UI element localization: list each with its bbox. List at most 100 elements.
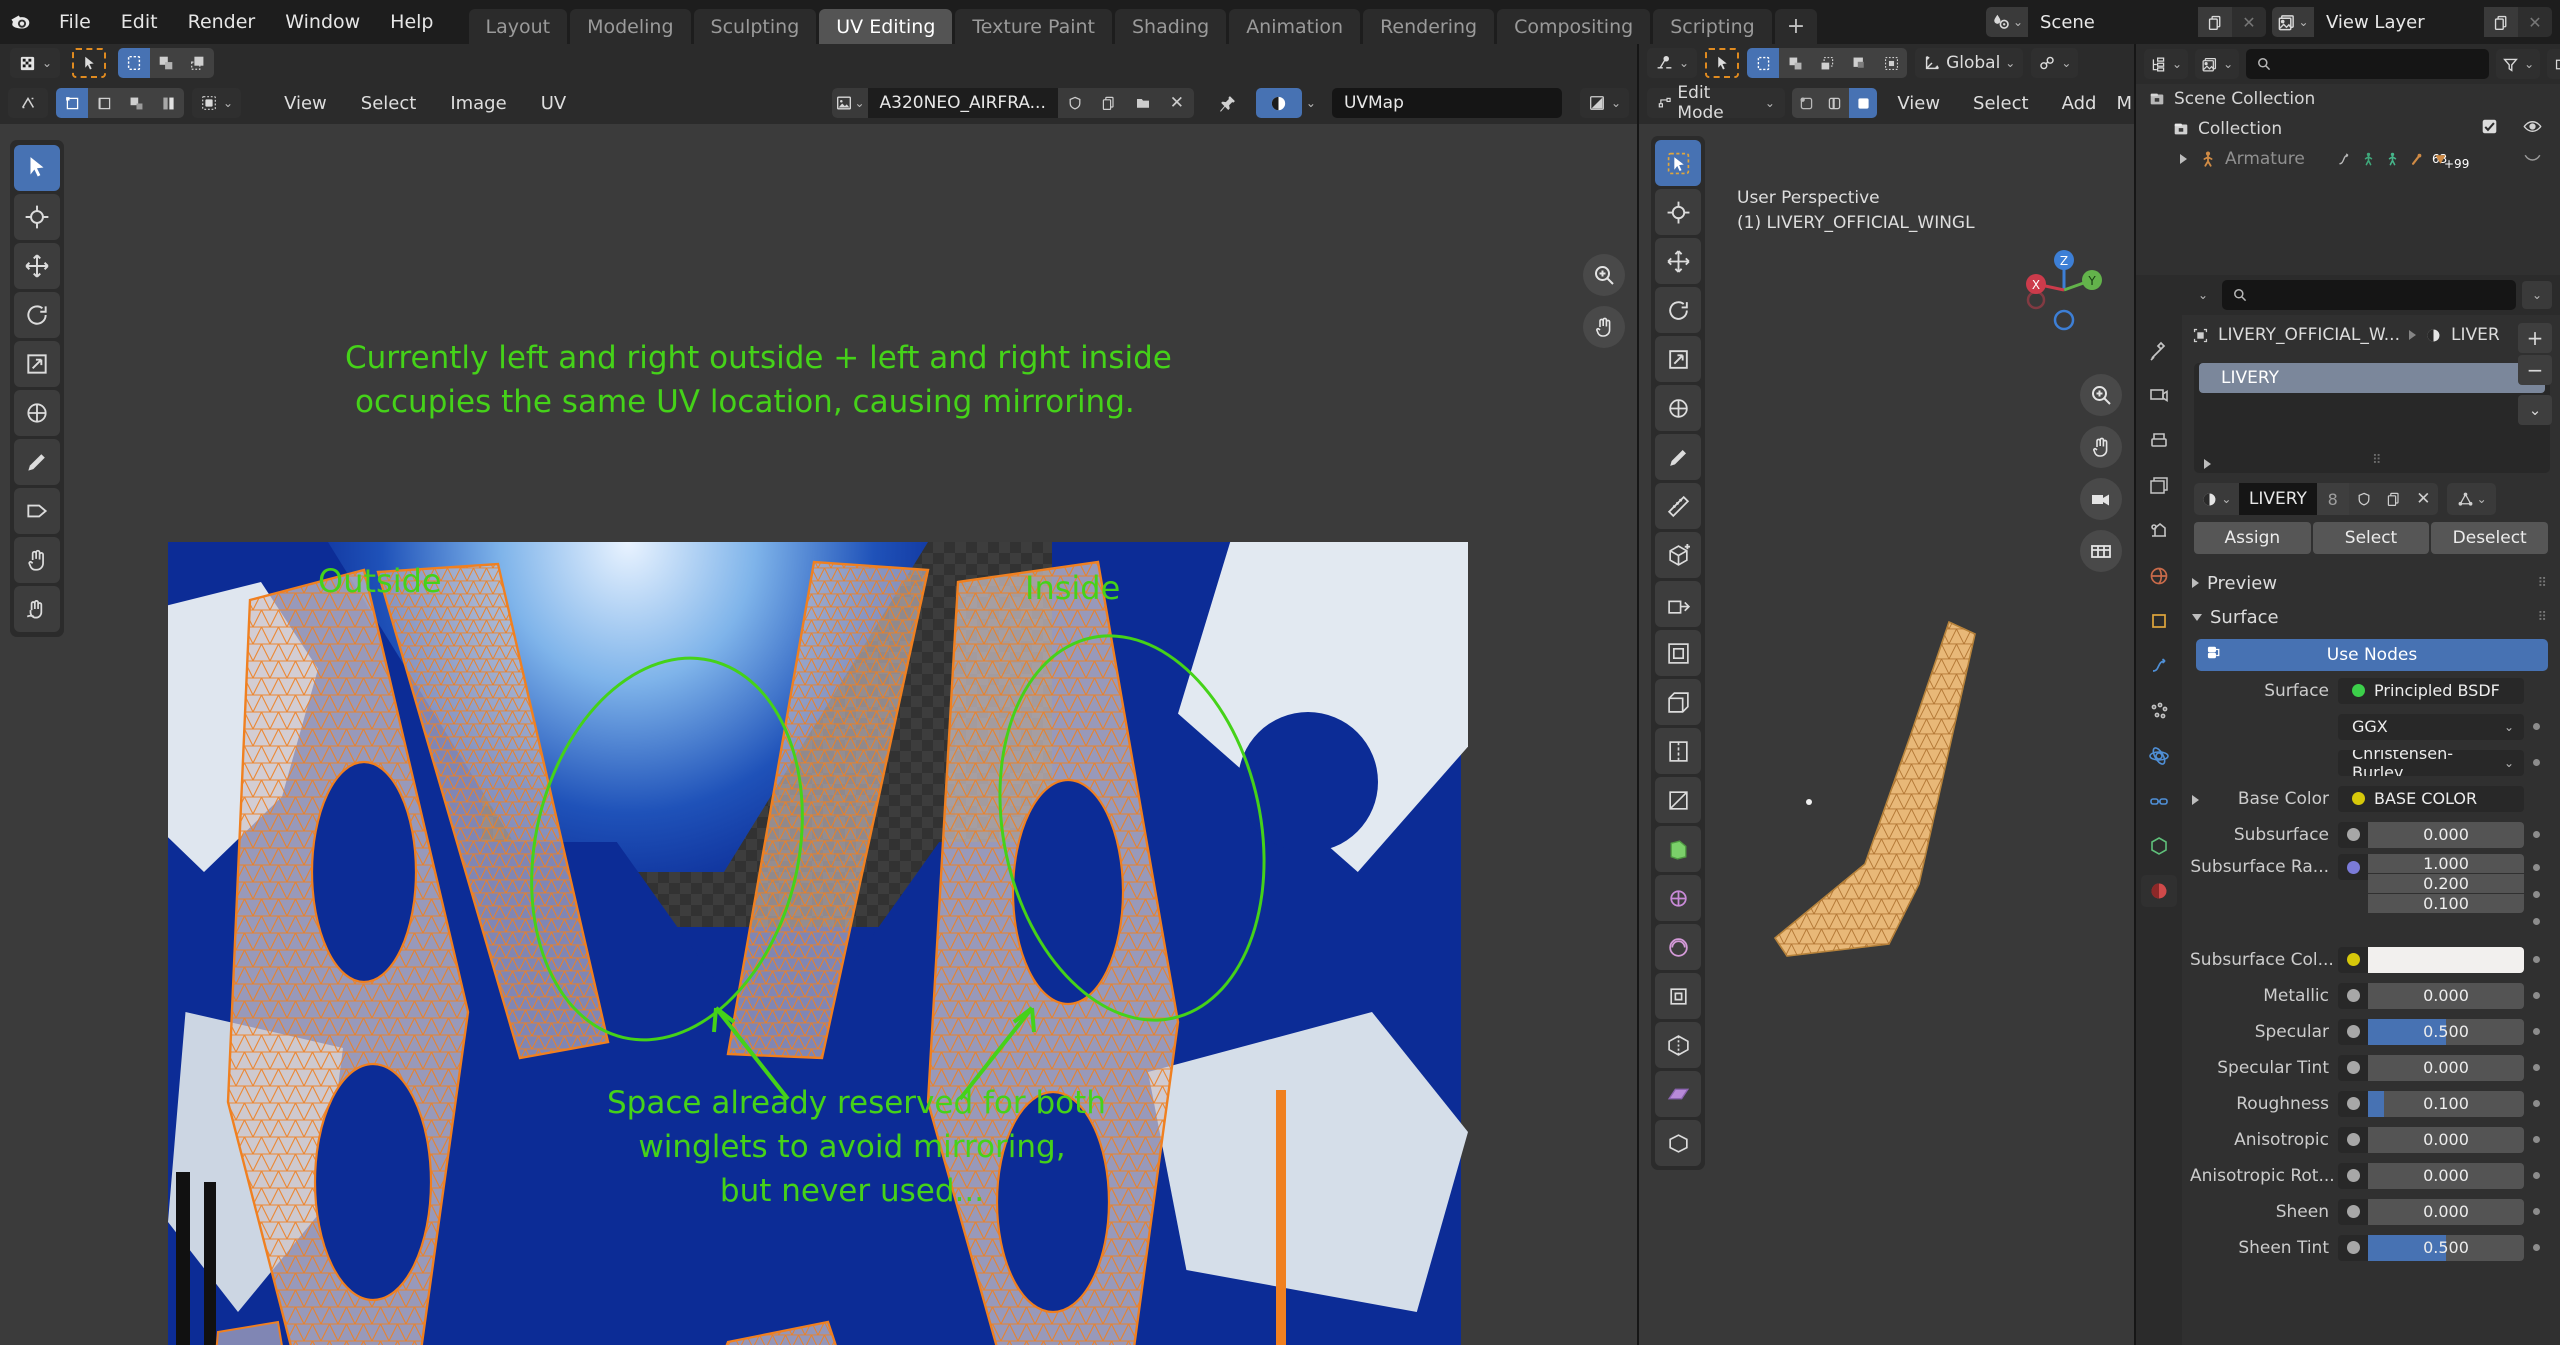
- menu-render[interactable]: Render: [173, 0, 271, 44]
- animate-property-dot[interactable]: [2524, 1028, 2548, 1035]
- vp-tool-rip[interactable]: [1655, 1071, 1701, 1117]
- select-extend-icon[interactable]: [150, 48, 183, 78]
- tool-move[interactable]: [14, 243, 60, 289]
- outliner-row-scene-collection[interactable]: Scene Collection: [2136, 84, 2560, 114]
- breadcrumb-material-name[interactable]: LIVER: [2451, 325, 2500, 345]
- animate-property-dot[interactable]: [2524, 908, 2548, 934]
- prop-value-metallic[interactable]: 0.000: [2368, 982, 2524, 1009]
- expand-triangle-icon[interactable]: [2192, 794, 2199, 805]
- vp-tool-scale[interactable]: [1655, 336, 1701, 382]
- fake-user-button[interactable]: [1057, 88, 1092, 118]
- socket-subsurface-color[interactable]: [2338, 946, 2368, 973]
- assign-button[interactable]: Assign: [2194, 522, 2311, 554]
- vp-tool-poly-build[interactable]: [1655, 826, 1701, 872]
- vp-tool-inset[interactable]: [1655, 630, 1701, 676]
- pan-gizmo-icon[interactable]: [1583, 306, 1625, 348]
- animate-property-dot[interactable]: [2524, 759, 2548, 766]
- select-extend-icon[interactable]: [1779, 48, 1812, 78]
- grip-dots-icon[interactable]: ⠿: [2372, 453, 2384, 468]
- properties-editor-type-selector[interactable]: ⌄: [2190, 288, 2216, 302]
- vp-tool-tweak[interactable]: [1655, 140, 1701, 186]
- vertex-select-icon[interactable]: [1791, 88, 1821, 118]
- select-button[interactable]: Select: [2312, 522, 2430, 554]
- vp-tool-shear[interactable]: [1655, 1022, 1701, 1068]
- vp-tool-transform[interactable]: [1655, 385, 1701, 431]
- prop-value-base-color[interactable]: BASE COLOR: [2338, 785, 2524, 812]
- viewport-editor-type-selector[interactable]: ⌄: [1647, 48, 1698, 78]
- prop-value-ssr-z[interactable]: 0.100: [2368, 894, 2524, 913]
- tool-grab[interactable]: [14, 537, 60, 583]
- socket-metallic[interactable]: [2338, 982, 2368, 1009]
- uv-menu-image[interactable]: Image: [437, 88, 519, 118]
- vp-tool-rotate[interactable]: [1655, 287, 1701, 333]
- uv-vertex-select-icon[interactable]: [56, 88, 88, 118]
- animate-property-dot[interactable]: [2524, 1064, 2548, 1071]
- socket-anisotropic-rotation[interactable]: [2338, 1162, 2368, 1189]
- add-material-slot-button[interactable]: +: [2518, 323, 2552, 353]
- prop-value-ssr-x[interactable]: 1.000: [2368, 854, 2524, 873]
- edge-select-icon[interactable]: [1820, 88, 1849, 118]
- panel-surface[interactable]: Surface ⠿: [2182, 600, 2560, 634]
- modifier-icon[interactable]: [2336, 151, 2353, 168]
- vp-tool-extrude-region[interactable]: [1655, 1120, 1701, 1166]
- vp-tool-extrude[interactable]: [1655, 581, 1701, 627]
- tool-cursor[interactable]: [14, 194, 60, 240]
- outliner-row-armature[interactable]: Armature +99 63: [2136, 144, 2560, 174]
- socket-specular[interactable]: [2338, 1018, 2368, 1045]
- uv-edge-select-icon[interactable]: [88, 88, 120, 118]
- tab-sculpting[interactable]: Sculpting: [693, 9, 817, 44]
- uv-element-mode-group[interactable]: [56, 88, 184, 118]
- tab-view-layer[interactable]: [2141, 470, 2177, 502]
- tab-texture-paint[interactable]: Texture Paint: [955, 9, 1112, 44]
- vp-tool-measure[interactable]: [1655, 483, 1701, 529]
- prop-value-specular-tint[interactable]: 0.000: [2368, 1054, 2524, 1081]
- tab-rendering[interactable]: Rendering: [1363, 9, 1495, 44]
- prop-value-sheen[interactable]: 0.000: [2368, 1198, 2524, 1225]
- menu-edit[interactable]: Edit: [106, 0, 173, 44]
- outliner-row-collection[interactable]: Collection: [2136, 114, 2560, 144]
- tab-data[interactable]: [2141, 830, 2177, 862]
- prop-value-subsurface-color-swatch[interactable]: [2368, 946, 2524, 973]
- uv-island-select-icon[interactable]: [152, 88, 184, 118]
- animate-property-dot[interactable]: [2524, 723, 2548, 730]
- new-image-button[interactable]: [1091, 88, 1126, 118]
- tab-particles[interactable]: [2141, 695, 2177, 727]
- viewport-tweak-tool-button[interactable]: [1705, 48, 1740, 78]
- uv-image-pinning-button[interactable]: ⌄: [1579, 88, 1629, 118]
- tool-transform[interactable]: [14, 390, 60, 436]
- scene-selector[interactable]: ⌄ Scene ✕: [1986, 7, 2266, 37]
- uv-image-name[interactable]: A320NEO_AIRFRA...: [867, 88, 1058, 118]
- socket-subsurface-radius[interactable]: [2338, 854, 2368, 880]
- prop-value-surface[interactable]: Principled BSDF: [2338, 677, 2524, 704]
- vp-tool-add-cube[interactable]: [1655, 532, 1701, 578]
- tab-uv-editing[interactable]: UV Editing: [819, 9, 953, 44]
- use-nodes-button[interactable]: Use Nodes: [2196, 639, 2548, 671]
- prop-value-anisotropic-rotation[interactable]: 0.000: [2368, 1162, 2524, 1189]
- uv-menu-view[interactable]: View: [271, 88, 340, 118]
- blender-logo-icon[interactable]: [0, 0, 44, 44]
- bone-icon[interactable]: [2408, 151, 2425, 168]
- tab-world[interactable]: [2141, 560, 2177, 592]
- transform-orientation-selector[interactable]: Global ⌄: [1915, 48, 2024, 78]
- scene-name[interactable]: Scene: [2028, 7, 2198, 37]
- socket-sheen-tint[interactable]: [2338, 1234, 2368, 1261]
- view-layer-selector[interactable]: ⌄ View Layer ✕: [2272, 7, 2552, 37]
- properties-search-input[interactable]: [2222, 280, 2516, 310]
- animate-property-dot[interactable]: [2524, 956, 2548, 963]
- animate-property-dot[interactable]: [2524, 1136, 2548, 1143]
- uv-sticky-selection-button[interactable]: ⌄: [192, 88, 242, 118]
- prop-value-distribution[interactable]: GGX ⌄: [2338, 713, 2524, 740]
- collection-visibility-icon[interactable]: [2523, 117, 2542, 141]
- tab-render[interactable]: [2141, 380, 2177, 412]
- pose-icon[interactable]: [2360, 151, 2377, 168]
- outliner-filter-button[interactable]: ⌄: [2496, 49, 2541, 79]
- socket-subsurface[interactable]: [2338, 821, 2368, 848]
- vp-tool-annotate[interactable]: [1655, 434, 1701, 480]
- zoom-gizmo-icon[interactable]: [1583, 254, 1625, 296]
- snapping-selector[interactable]: ⌄: [2031, 48, 2079, 78]
- animate-property-dot[interactable]: [2524, 854, 2548, 880]
- material-users-count[interactable]: 8: [2316, 483, 2349, 515]
- slot-expand-icon[interactable]: [2204, 459, 2211, 469]
- tool-annotate[interactable]: [14, 439, 60, 485]
- prop-value-ssr-y[interactable]: 0.200: [2368, 874, 2524, 893]
